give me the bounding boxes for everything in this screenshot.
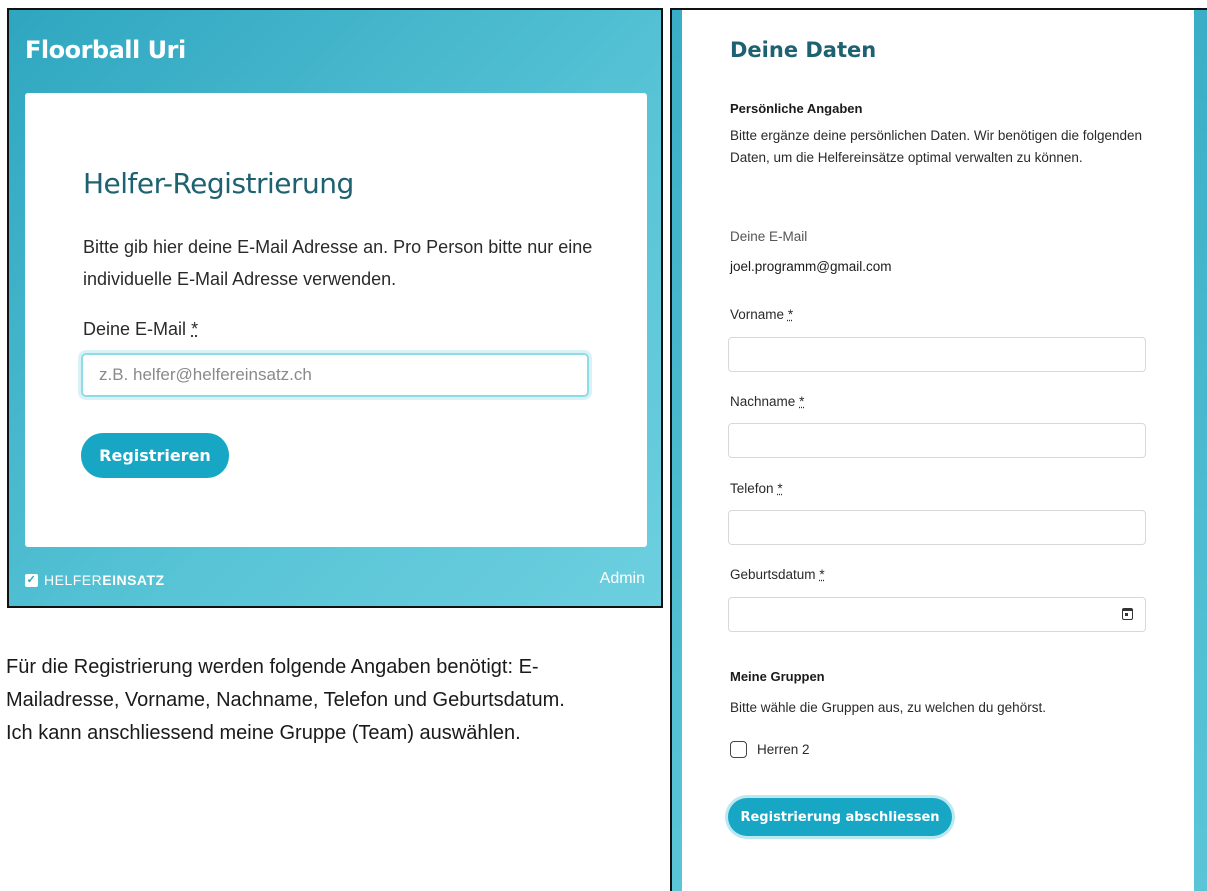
firstname-label: Vorname * xyxy=(730,307,794,322)
email-label: Deine E-Mail * xyxy=(83,319,199,339)
brand-title: Floorball Uri xyxy=(25,36,186,64)
lastname-label: Nachname * xyxy=(730,394,805,409)
email-value: joel.programm@gmail.com xyxy=(730,259,892,274)
group-option-label: Herren 2 xyxy=(757,742,810,757)
helfereinsatz-logo[interactable]: ✓ HELFEREINSATZ xyxy=(25,572,165,588)
group-option-herren-2[interactable]: Herren 2 xyxy=(730,741,810,758)
phone-input[interactable] xyxy=(728,510,1146,545)
admin-link[interactable]: Admin xyxy=(600,570,645,588)
groups-section-desc: Bitte wähle die Gruppen aus, zu welchen … xyxy=(730,700,1046,715)
phone-label: Telefon * xyxy=(730,481,783,496)
email-label: Deine E-Mail xyxy=(730,229,808,244)
check-square-icon: ✓ xyxy=(25,573,38,587)
finish-registration-button[interactable]: Registrierung abschliessen xyxy=(728,798,952,836)
registration-title: Helfer-Registrierung xyxy=(83,167,354,200)
form-title: Deine Daten xyxy=(730,38,877,62)
registration-screenshot: Floorball Uri Helfer-Registrierung Bitte… xyxy=(7,8,663,608)
registration-card: Helfer-Registrierung Bitte gib hier dein… xyxy=(25,93,647,547)
personal-section-desc: Bitte ergänze deine persönlichen Daten. … xyxy=(730,128,1143,165)
required-marker: * xyxy=(191,319,199,339)
firstname-input[interactable] xyxy=(728,337,1146,372)
registration-intro: Bitte gib hier deine E-Mail Adresse an. … xyxy=(83,237,593,289)
groups-section-title: Meine Gruppen xyxy=(730,669,825,684)
birthdate-label: Geburtsdatum * xyxy=(730,567,825,582)
checkbox-icon[interactable] xyxy=(730,741,747,758)
personal-data-card: Deine Daten Persönliche Angaben Bitte er… xyxy=(682,10,1194,891)
personal-data-screenshot: Deine Daten Persönliche Angaben Bitte er… xyxy=(670,8,1207,891)
email-input[interactable] xyxy=(81,353,589,397)
birthdate-input[interactable] xyxy=(728,597,1146,632)
register-button[interactable]: Registrieren xyxy=(81,433,229,478)
lastname-input[interactable] xyxy=(728,423,1146,458)
personal-section-title: Persönliche Angaben xyxy=(730,101,863,116)
description-caption: Für die Registrierung werden folgende An… xyxy=(6,656,565,744)
calendar-icon[interactable] xyxy=(1122,608,1133,620)
